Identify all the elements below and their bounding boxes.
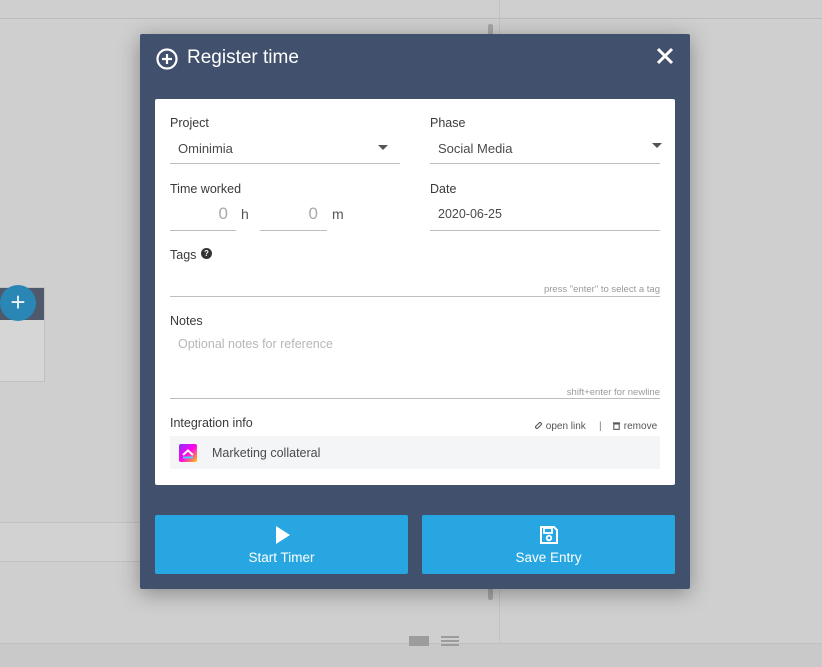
project-underline: [170, 163, 400, 164]
save-icon: [539, 526, 558, 544]
background-scroll-handle: [488, 588, 493, 600]
date-value: 2020-06-25: [438, 207, 502, 221]
open-link-button[interactable]: open link: [534, 421, 586, 432]
link-icon: [535, 422, 542, 429]
project-select[interactable]: Ominimia: [170, 135, 400, 165]
integration-info-label: Integration info: [170, 416, 253, 430]
tags-underline: [170, 296, 660, 297]
help-icon[interactable]: ?: [201, 248, 212, 259]
modal-header: Register time: [140, 34, 690, 84]
register-time-modal: Register time Project Ominimia Phase Soc…: [140, 34, 690, 589]
clickup-logo-icon: [179, 444, 197, 462]
phase-underline: [430, 163, 660, 164]
hours-underline: [170, 230, 236, 231]
date-label: Date: [430, 182, 457, 196]
start-timer-label: Start Timer: [248, 550, 315, 565]
grid-view-icon[interactable]: [409, 636, 429, 646]
hours-unit: h: [241, 206, 249, 222]
chevron-down-icon: [378, 145, 388, 150]
project-value: Ominimia: [178, 141, 233, 156]
time-worked-label: Time worked: [170, 182, 242, 196]
notes-placeholder: Optional notes for reference: [178, 337, 333, 351]
action-separator: |: [599, 421, 602, 432]
minutes-value: 0: [308, 204, 318, 223]
plus-circle-icon: [156, 48, 178, 70]
minutes-underline: [260, 230, 327, 231]
save-entry-button[interactable]: Save Entry: [422, 515, 675, 574]
list-view-icon[interactable]: [441, 636, 459, 646]
entry-form: Project Ominimia Phase Social Media Time…: [155, 99, 675, 485]
tags-input[interactable]: press "enter" to select a tag: [170, 267, 660, 297]
tags-hint: press "enter" to select a tag: [543, 284, 660, 295]
minutes-unit: m: [332, 206, 344, 222]
remove-integration-button[interactable]: remove: [612, 421, 657, 432]
save-entry-label: Save Entry: [515, 550, 582, 565]
integration-item-label: Marketing collateral: [212, 446, 321, 460]
remove-label: remove: [623, 421, 658, 432]
open-link-label: open link: [545, 421, 586, 432]
notes-label: Notes: [170, 314, 203, 328]
background-bottom-bar: [0, 643, 822, 667]
date-underline: [430, 230, 660, 231]
chevron-down-icon: [652, 143, 662, 148]
project-label: Project: [170, 116, 209, 130]
background-strip: [0, 522, 140, 562]
notes-underline: [170, 398, 660, 399]
minutes-input[interactable]: 0: [260, 200, 327, 231]
integration-item: Marketing collateral: [170, 436, 660, 469]
start-timer-button[interactable]: Start Timer: [155, 515, 408, 574]
play-icon: [275, 526, 290, 544]
hours-input[interactable]: 0: [170, 200, 236, 231]
tags-label: Tags: [170, 248, 197, 262]
hours-value: 0: [218, 204, 228, 223]
background-divider: [0, 18, 822, 19]
notes-hint: shift+enter for newline: [566, 387, 660, 398]
phase-label: Phase: [430, 116, 466, 130]
date-input[interactable]: 2020-06-25: [430, 200, 660, 231]
add-entry-fab[interactable]: +: [0, 285, 36, 321]
close-icon[interactable]: [656, 47, 674, 65]
notes-textarea[interactable]: Optional notes for reference shift+enter…: [170, 333, 660, 399]
trash-icon: [612, 422, 621, 430]
phase-value: Social Media: [438, 141, 513, 156]
modal-title: Register time: [187, 47, 299, 68]
phase-select[interactable]: Social Media: [430, 135, 662, 165]
